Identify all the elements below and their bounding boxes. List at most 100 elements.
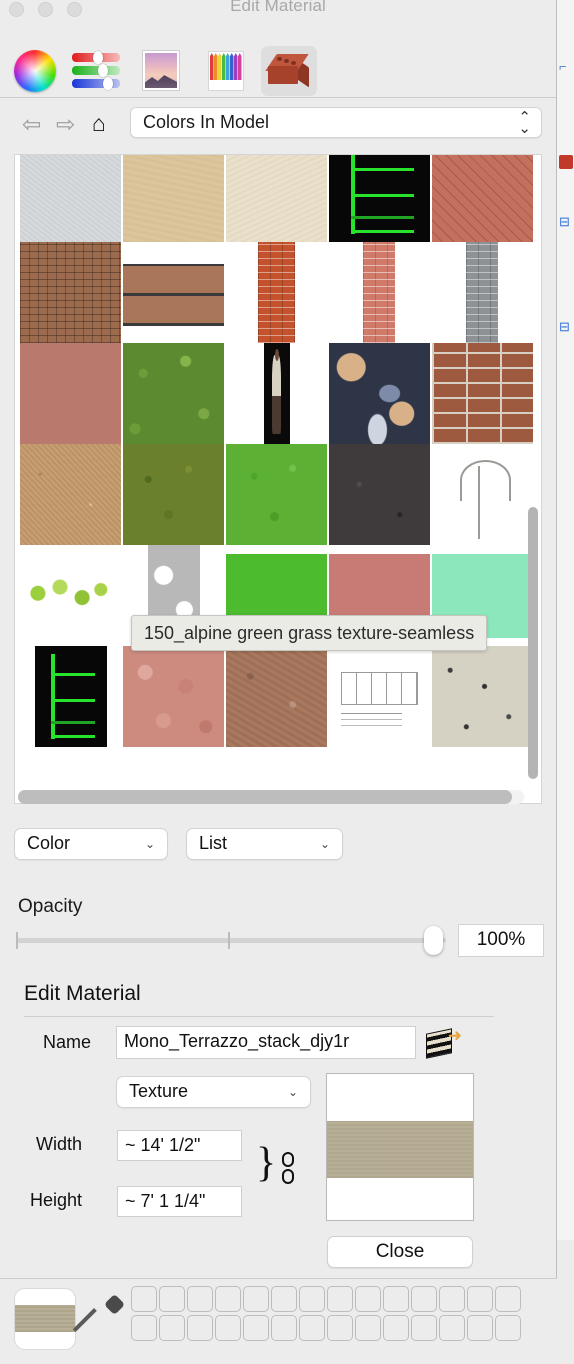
swatch-tan-plaster[interactable] (123, 155, 224, 242)
color-well[interactable] (243, 1286, 269, 1312)
stepper-up-down-icon: ⌃ ⌄ (518, 109, 531, 137)
swatch-sand-gravel[interactable] (20, 444, 121, 545)
color-wheel-icon[interactable] (8, 46, 64, 96)
grid-horizontal-scrollbar[interactable] (18, 790, 524, 804)
swatch-olive-grass[interactable] (123, 444, 224, 545)
material-swatch-pane[interactable] (14, 154, 542, 804)
link-aspect-ratio-icon[interactable] (282, 1152, 294, 1186)
color-well[interactable] (495, 1286, 521, 1312)
swatch-cad-drawing-dark-2[interactable] (20, 646, 121, 747)
material-type-select[interactable]: Texture ⌄ (116, 1076, 311, 1108)
color-well[interactable] (383, 1286, 409, 1312)
color-well[interactable] (271, 1286, 297, 1312)
color-well[interactable] (243, 1315, 269, 1341)
opacity-tick-min (16, 932, 18, 949)
swatch-cad-drawing-dark[interactable] (329, 155, 430, 242)
image-palettes-icon[interactable] (133, 46, 189, 96)
color-well[interactable] (271, 1315, 297, 1341)
color-well[interactable] (159, 1286, 185, 1312)
name-label: Name (43, 1032, 92, 1052)
swatch-dark-asphalt[interactable] (329, 444, 430, 545)
eyedropper-icon[interactable] (72, 1293, 126, 1341)
color-well[interactable] (467, 1286, 493, 1312)
width-input[interactable]: ~ 14' 1/2" (117, 1130, 242, 1161)
color-well[interactable] (299, 1286, 325, 1312)
swatch-large-brick-blocks[interactable] (123, 242, 224, 343)
swatch-pink-gravel[interactable] (123, 646, 224, 747)
current-color-swatch[interactable] (14, 1288, 76, 1350)
close-button[interactable]: Close (327, 1236, 473, 1268)
opacity-slider-knob[interactable] (424, 926, 443, 955)
swatch-row (20, 646, 535, 747)
color-well[interactable] (439, 1286, 465, 1312)
material-name-value: Mono_Terrazzo_stack_djy1r (124, 1031, 350, 1051)
color-well[interactable] (327, 1315, 353, 1341)
swatch-hedge-foliage[interactable] (123, 343, 224, 444)
opacity-label: Opacity (18, 896, 83, 917)
color-well[interactable] (411, 1286, 437, 1312)
color-well[interactable] (215, 1315, 241, 1341)
arrow-right-icon[interactable]: ⇨ (56, 111, 75, 138)
swatch-thumb (226, 155, 327, 242)
color-palettes-icon[interactable] (198, 46, 254, 96)
swatch-brown-dirt[interactable] (226, 646, 327, 747)
swatch-red-brick-wall[interactable] (432, 343, 533, 444)
chevron-down-icon: ⌄ (287, 1085, 298, 1099)
color-well[interactable] (411, 1315, 437, 1341)
color-well[interactable] (131, 1286, 157, 1312)
swatch-thumb (20, 444, 121, 545)
swatch-debris-rubble[interactable] (329, 343, 430, 444)
color-well[interactable] (215, 1286, 241, 1312)
material-swatch-grid (20, 155, 535, 747)
width-label: Width (36, 1134, 83, 1154)
library-select[interactable]: Colors In Model ⌃ ⌄ (130, 107, 542, 138)
color-well[interactable] (159, 1315, 185, 1341)
swatch-orange-brick-column[interactable] (226, 242, 327, 343)
opacity-slider-track[interactable] (16, 932, 446, 949)
color-well[interactable] (187, 1286, 213, 1312)
swatch-herringbone-brick-pavers[interactable] (432, 155, 533, 242)
color-well[interactable] (327, 1286, 353, 1312)
swatch-thumb (329, 646, 430, 747)
grid-horizontal-scroll-thumb[interactable] (18, 790, 512, 804)
color-well[interactable] (299, 1315, 325, 1341)
color-well[interactable] (467, 1315, 493, 1341)
grid-vertical-scrollbar[interactable] (528, 507, 538, 779)
view-mode-select[interactable]: List ⌄ (186, 828, 343, 860)
arrow-left-icon[interactable]: ⇦ (22, 111, 41, 138)
swatch-thumb (20, 545, 121, 646)
color-well[interactable] (187, 1315, 213, 1341)
bg-tool-icon-4: ⊟ (559, 319, 570, 334)
swatch-grey-brick-column[interactable] (432, 242, 533, 343)
swatch-concrete-light[interactable] (20, 155, 121, 242)
swatch-pink-brick-column[interactable] (329, 242, 430, 343)
color-well[interactable] (439, 1315, 465, 1341)
brick-glyph (265, 54, 310, 88)
color-sliders-glyph (72, 51, 120, 90)
swatch-thumb (363, 242, 395, 343)
swatch-floor-plan-drawing[interactable] (329, 646, 430, 747)
color-well[interactable] (495, 1315, 521, 1341)
opacity-value-field[interactable]: 100% (458, 924, 544, 957)
apply-to-model-icon[interactable]: ➜ (424, 1024, 462, 1059)
color-mode-select[interactable]: Color ⌄ (14, 828, 168, 860)
picker-toolbar (0, 22, 556, 98)
material-palettes-icon[interactable] (261, 46, 317, 96)
height-input[interactable]: ~ 7' 1 1/4" (117, 1186, 242, 1217)
swatch-cutout-person[interactable] (226, 343, 327, 444)
swatch-bare-branch[interactable] (432, 444, 533, 545)
swatch-solid-terracotta[interactable] (20, 343, 121, 444)
home-icon[interactable]: ⌂ (92, 110, 106, 137)
swatch-thin-brick-tile[interactable] (20, 242, 121, 343)
swatch-granite-speckle[interactable] (432, 646, 533, 747)
swatch-thumb (432, 155, 533, 242)
swatch-green-foliage-sprig[interactable] (20, 545, 121, 646)
color-well[interactable] (383, 1315, 409, 1341)
color-well[interactable] (355, 1315, 381, 1341)
color-sliders-icon[interactable] (68, 46, 124, 96)
color-well[interactable] (355, 1286, 381, 1312)
material-name-input[interactable]: Mono_Terrazzo_stack_djy1r (116, 1026, 416, 1059)
swatch-bright-green-grass[interactable] (226, 444, 327, 545)
swatch-cream-stucco[interactable] (226, 155, 327, 242)
color-well[interactable] (131, 1315, 157, 1341)
